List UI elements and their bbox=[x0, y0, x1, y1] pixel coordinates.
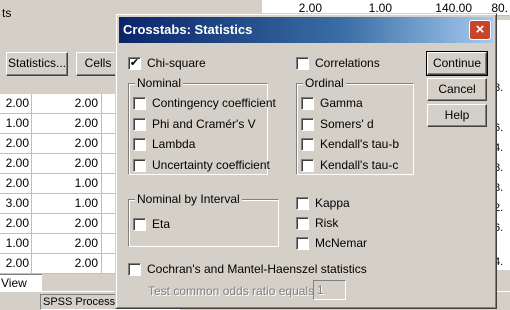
cell[interactable]: 3.00 bbox=[0, 194, 32, 214]
checkbox-label: Eta bbox=[152, 217, 171, 231]
cell[interactable]: 1.00 bbox=[0, 234, 32, 254]
checkbox-box bbox=[296, 197, 309, 210]
cell[interactable]: 2.00 bbox=[32, 214, 102, 234]
view-tab[interactable]: View bbox=[0, 274, 42, 291]
ordinal-group-title: Ordinal bbox=[303, 76, 346, 90]
checkbox-label: Phi and Cramér's V bbox=[152, 117, 256, 131]
checkbox-box bbox=[296, 217, 309, 230]
checkbox-box bbox=[301, 97, 314, 110]
help-button[interactable]: Help bbox=[427, 104, 487, 127]
checkbox-box bbox=[301, 138, 314, 151]
statistics-button[interactable]: Statistics... bbox=[6, 52, 68, 76]
odds-ratio-label: Test common odds ratio equals: bbox=[148, 284, 318, 298]
checkbox-label: Somers' d bbox=[320, 117, 374, 131]
cell[interactable]: 2.00 bbox=[0, 134, 32, 154]
table-row: 2.00 2.00 bbox=[0, 154, 128, 174]
cell[interactable]: 2.00 bbox=[32, 234, 102, 254]
checkbox-box bbox=[133, 138, 146, 151]
checkbox-label: Risk bbox=[315, 216, 339, 230]
checkbox-box bbox=[133, 97, 146, 110]
table-row: 2.00 2.00 bbox=[0, 94, 128, 114]
checkbox-label: Uncertainty coefficient bbox=[152, 158, 270, 172]
checkbox-box bbox=[301, 159, 314, 172]
table-row: 2.00 2.00 bbox=[0, 254, 128, 274]
correlations-label: Correlations bbox=[315, 56, 380, 70]
cell[interactable]: 2.00 bbox=[0, 154, 32, 174]
dialog-title: Crosstabs: Statistics bbox=[123, 22, 253, 37]
checkbox-box bbox=[133, 218, 146, 231]
table-row: 3.00 1.00 bbox=[0, 194, 128, 214]
table-row: 2.00 1.00 bbox=[0, 174, 128, 194]
nominal-by-interval-group: Nominal by Interval bbox=[128, 192, 279, 247]
checkbox-label: Lambda bbox=[152, 137, 196, 151]
checkbox-label: McNemar bbox=[315, 236, 368, 250]
checkbox-label: Contingency coefficient bbox=[152, 96, 276, 110]
crosstabs-statistics-dialog: Crosstabs: Statistics × ✔ Chi-square Cor… bbox=[115, 13, 497, 309]
close-icon: × bbox=[475, 21, 485, 38]
checkbox-label: Kendall's tau-c bbox=[320, 158, 399, 172]
table-row: 2.00 2.00 bbox=[0, 134, 128, 154]
nominal-by-interval-title: Nominal by Interval bbox=[135, 192, 242, 206]
checkbox-label: Kappa bbox=[315, 196, 350, 210]
checkbox-box bbox=[301, 118, 314, 131]
chi-square-label: Chi-square bbox=[147, 56, 206, 70]
cell[interactable]: 2.00 bbox=[0, 214, 32, 234]
table-row: 1.00 2.00 bbox=[0, 114, 128, 134]
checkmark-icon: ✔ bbox=[128, 57, 141, 70]
cells-button[interactable]: Cells bbox=[76, 52, 120, 76]
checkbox-label: Cochran's and Mantel-Haenszel statistics bbox=[147, 262, 367, 276]
cell[interactable]: 2.00 bbox=[32, 94, 102, 114]
cell[interactable]: 2.00 bbox=[0, 254, 32, 274]
checkbox-label: Gamma bbox=[320, 96, 363, 110]
cell[interactable]: 1.00 bbox=[32, 174, 102, 194]
background-title-fragment: ts bbox=[2, 6, 12, 20]
close-button[interactable]: × bbox=[469, 20, 491, 40]
checkbox-box bbox=[133, 118, 146, 131]
checkbox-label: Kendall's tau-b bbox=[320, 137, 400, 151]
checkbox-box bbox=[128, 263, 141, 276]
data-grid[interactable]: 2.00 2.00 1.00 2.00 2.00 2.00 2.00 2.00 2.00… bbox=[0, 94, 128, 274]
continue-button[interactable]: Continue bbox=[426, 51, 488, 76]
cell[interactable]: 2.00 bbox=[32, 134, 102, 154]
cell[interactable]: 2.00 bbox=[32, 154, 102, 174]
view-tab-label: View bbox=[1, 276, 27, 290]
nominal-group-title: Nominal bbox=[135, 76, 184, 90]
table-row: 2.00 2.00 bbox=[0, 214, 128, 234]
table-row: 1.00 2.00 bbox=[0, 234, 128, 254]
cell[interactable]: 2.00 bbox=[32, 114, 102, 134]
cell[interactable]: 1.00 bbox=[32, 194, 102, 214]
odds-ratio-input[interactable]: 1 bbox=[313, 280, 346, 300]
checkbox-box bbox=[296, 57, 309, 70]
cell[interactable]: 2.00 bbox=[0, 94, 32, 114]
cell[interactable]: 2.00 bbox=[0, 174, 32, 194]
checkbox-box bbox=[296, 237, 309, 250]
cancel-button[interactable]: Cancel bbox=[427, 78, 487, 101]
cell[interactable]: 2.00 bbox=[32, 254, 102, 274]
checkbox-box bbox=[133, 159, 146, 172]
cell[interactable]: 1.00 bbox=[0, 114, 32, 134]
dialog-titlebar[interactable]: Crosstabs: Statistics × bbox=[119, 17, 493, 43]
